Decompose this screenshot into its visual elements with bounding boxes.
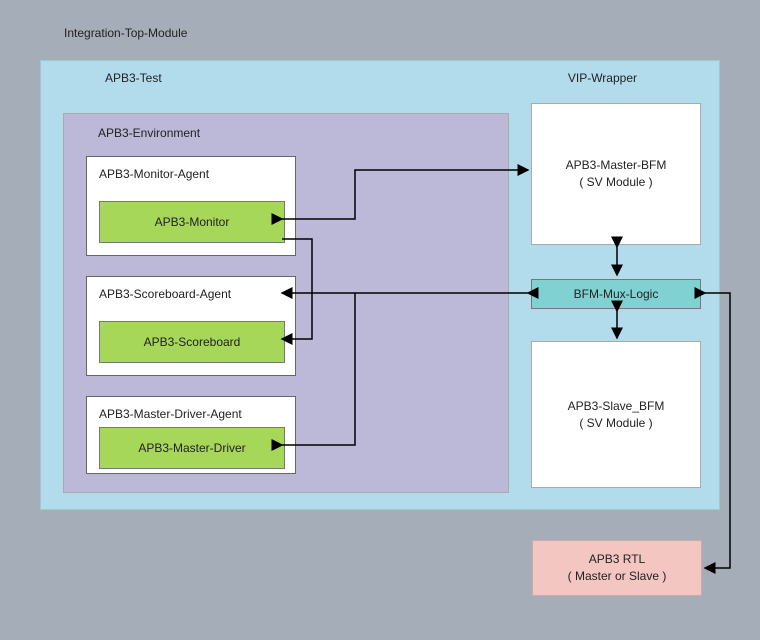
apb3-environment: APB3-Environment APB3-Monitor-Agent APB3… bbox=[63, 113, 509, 493]
monitor-agent: APB3-Monitor-Agent APB3-Monitor bbox=[86, 156, 296, 256]
bfm-mux-label: BFM-Mux-Logic bbox=[574, 287, 659, 301]
driver-agent: APB3-Master-Driver-Agent APB3-Master-Dri… bbox=[86, 396, 296, 474]
apb3-environment-label: APB3-Environment bbox=[98, 126, 200, 140]
driver-inner: APB3-Master-Driver bbox=[99, 427, 285, 469]
master-bfm-line1: APB3-Master-BFM bbox=[566, 157, 667, 174]
scoreboard-inner-label: APB3-Scoreboard bbox=[144, 335, 241, 349]
integration-top-module-title: Integration-Top-Module bbox=[64, 26, 187, 40]
rtl-line2: ( Master or Slave ) bbox=[568, 568, 667, 585]
rtl-line1: APB3 RTL bbox=[589, 551, 645, 568]
driver-inner-label: APB3-Master-Driver bbox=[138, 441, 245, 455]
master-bfm-box: APB3-Master-BFM ( SV Module ) bbox=[531, 103, 701, 245]
scoreboard-inner: APB3-Scoreboard bbox=[99, 321, 285, 363]
apb3-rtl-box: APB3 RTL ( Master or Slave ) bbox=[532, 540, 702, 596]
apb3-test-label: APB3-Test bbox=[105, 71, 162, 85]
driver-agent-label: APB3-Master-Driver-Agent bbox=[99, 407, 242, 421]
scoreboard-agent-label: APB3-Scoreboard-Agent bbox=[99, 287, 231, 301]
monitor-inner-label: APB3-Monitor bbox=[155, 215, 230, 229]
bfm-mux-box: BFM-Mux-Logic bbox=[531, 279, 701, 309]
slave-bfm-box: APB3-Slave_BFM ( SV Module ) bbox=[531, 341, 701, 488]
scoreboard-agent: APB3-Scoreboard-Agent APB3-Scoreboard bbox=[86, 276, 296, 376]
monitor-agent-label: APB3-Monitor-Agent bbox=[99, 167, 209, 181]
slave-bfm-line1: APB3-Slave_BFM bbox=[568, 398, 665, 415]
slave-bfm-line2: ( SV Module ) bbox=[579, 415, 652, 432]
monitor-inner: APB3-Monitor bbox=[99, 201, 285, 243]
vip-wrapper-label: VIP-Wrapper bbox=[568, 71, 637, 85]
master-bfm-line2: ( SV Module ) bbox=[579, 174, 652, 191]
top-container: APB3-Test APB3-Environment APB3-Monitor-… bbox=[40, 60, 720, 510]
